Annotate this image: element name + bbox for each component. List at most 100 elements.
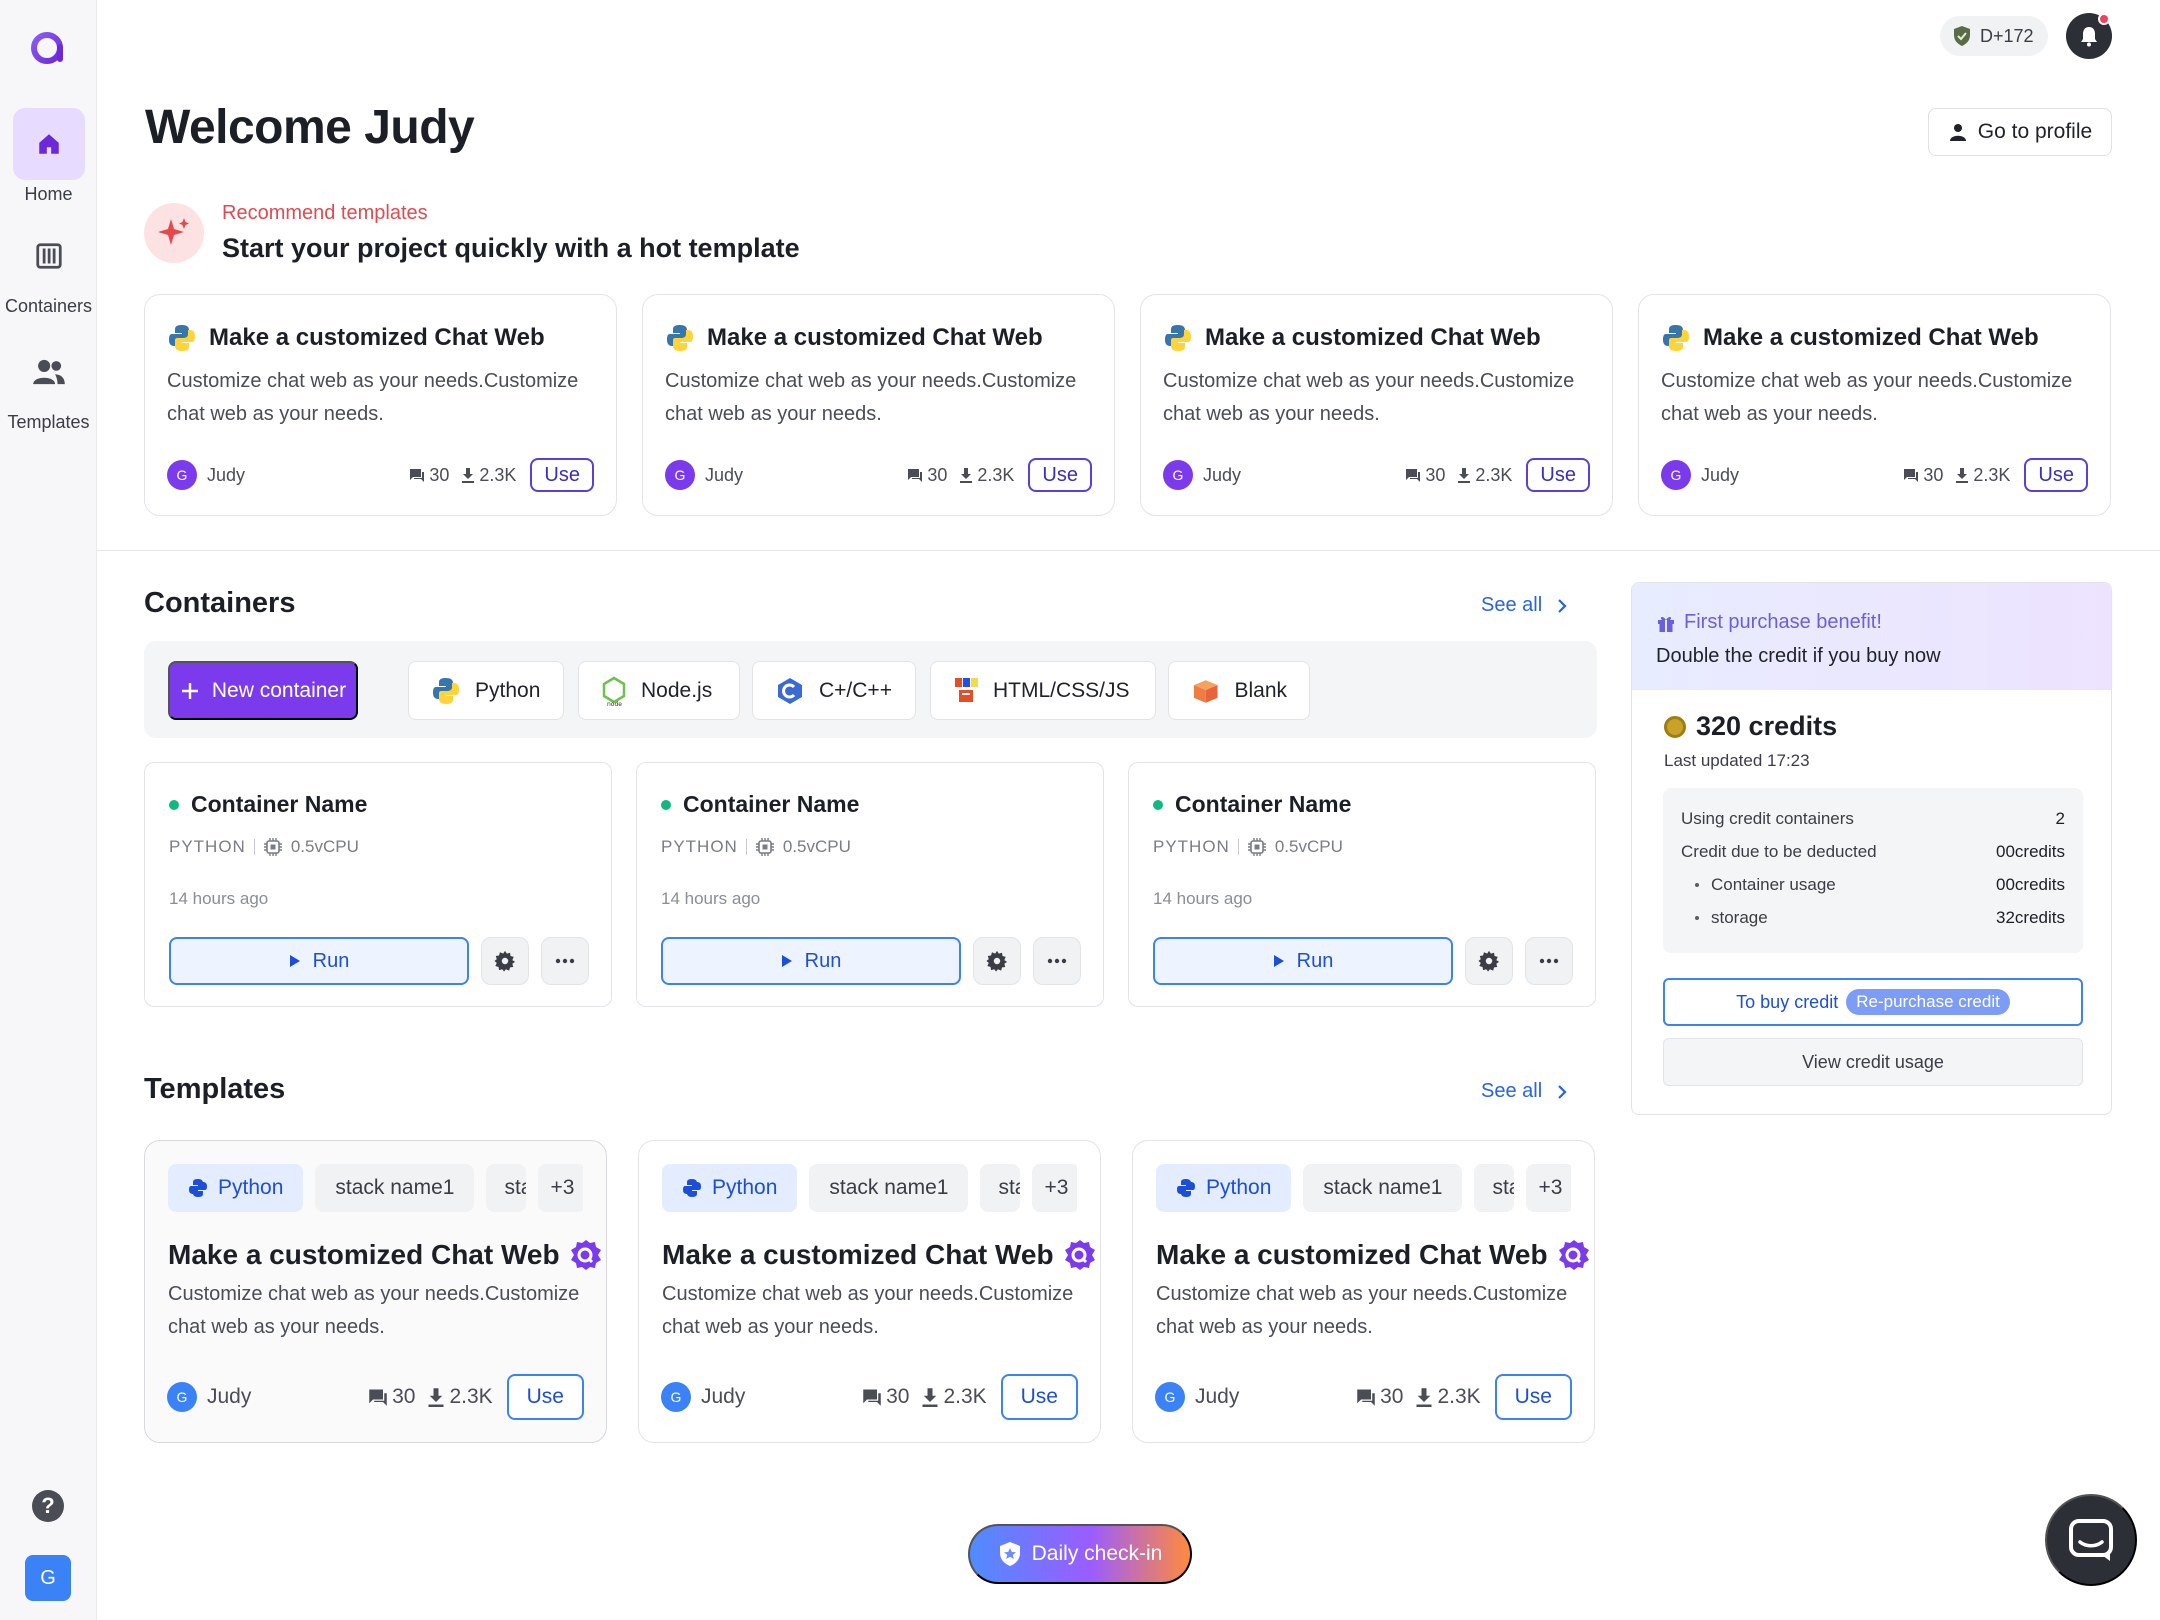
card-title: Make a customized Chat Web (665, 323, 1043, 353)
container-name: Container Name (169, 791, 367, 818)
container-more-button[interactable] (1033, 937, 1081, 985)
run-label: Run (312, 949, 350, 972)
use-button[interactable]: Use (2024, 458, 2088, 492)
card-title-text: Make a customized Chat Web (209, 324, 545, 351)
template-title: Make a customized Chat Web (1156, 1239, 1590, 1271)
card-footer: G Judy 30 2.3K Use (167, 1374, 584, 1420)
chat-support-button[interactable] (2045, 1494, 2137, 1586)
container-meta: PYTHON 0.5vCPU (661, 837, 851, 857)
avatar[interactable]: G (25, 1555, 71, 1601)
template-card[interactable]: Python stack name1 stack name2 +3 Make a… (144, 1140, 607, 1443)
card-footer: G Judy 30 2.3K Use (1661, 457, 2088, 493)
credit-row: Container usage 00credits (1681, 868, 2065, 901)
daily-check-in-label: Daily check-in (1031, 1542, 1163, 1565)
tag-python[interactable]: Python (662, 1164, 798, 1212)
use-button[interactable]: Use (1494, 1374, 1572, 1420)
run-button[interactable]: Run (169, 937, 469, 985)
container-more-button[interactable] (1525, 937, 1573, 985)
templates-see-all-link[interactable]: See all (1481, 1080, 1568, 1103)
card-title-text: Make a customized Chat Web (707, 324, 1043, 351)
comment-icon (908, 469, 923, 482)
recommend-card[interactable]: Make a customized Chat Web Customize cha… (1140, 294, 1613, 516)
card-description: Customize chat web as your needs.Customi… (167, 370, 579, 425)
card-title: Make a customized Chat Web (1163, 323, 1541, 353)
comment-count: 30 (907, 465, 947, 486)
use-button[interactable]: Use (530, 458, 594, 492)
container-settings-button[interactable] (481, 937, 529, 985)
tag-more-count[interactable]: +3 (1526, 1164, 1571, 1212)
container-card[interactable]: Container Name PYTHON 0.5vCPU 14 hours a… (636, 762, 1104, 1007)
template-card[interactable]: Python stack name1 stack name2 +3 Make a… (1132, 1140, 1595, 1443)
card-footer: G Judy 30 2.3K Use (167, 457, 594, 493)
container-settings-button[interactable] (973, 937, 1021, 985)
python-icon (433, 677, 459, 704)
users-icon (13, 336, 85, 408)
tag-stack[interactable]: stack name1 (809, 1164, 969, 1212)
download-icon (428, 1388, 444, 1407)
filter-blank[interactable]: Blank (1168, 661, 1310, 720)
container-more-button[interactable] (541, 937, 589, 985)
use-button[interactable]: Use (1028, 458, 1092, 492)
download-count: 2.3K (461, 465, 516, 486)
tag-python[interactable]: Python (168, 1164, 304, 1212)
use-button[interactable]: Use (1000, 1374, 1078, 1420)
daily-check-in-button[interactable]: Daily check-in (968, 1524, 1192, 1584)
section-divider (97, 550, 2160, 551)
new-container-button[interactable]: New container (168, 661, 358, 720)
cpu-icon (755, 838, 774, 856)
recommend-card[interactable]: Make a customized Chat Web Customize cha… (144, 294, 617, 516)
author-name: Judy (701, 1385, 746, 1408)
recommend-card[interactable]: Make a customized Chat Web Customize cha… (642, 294, 1115, 516)
use-button[interactable]: Use (1526, 458, 1590, 492)
download-count: 2.3K (959, 465, 1014, 486)
filter-cpp[interactable]: C+/C++ (752, 661, 916, 720)
first-purchase-banner[interactable]: First purchase benefit! Double the credi… (1632, 583, 2111, 690)
container-meta: PYTHON 0.5vCPU (169, 837, 359, 857)
author-avatar: G (167, 1382, 197, 1412)
tag-stack-truncated[interactable]: stack name2 (980, 1164, 1021, 1212)
help-icon[interactable]: ? (32, 1490, 64, 1522)
container-meta: PYTHON 0.5vCPU (1153, 837, 1343, 857)
notifications-button[interactable] (2066, 13, 2112, 59)
sidebar-item-containers[interactable]: Containers (0, 220, 97, 317)
view-credit-usage-button[interactable]: View credit usage (1663, 1038, 2083, 1086)
container-card[interactable]: Container Name PYTHON 0.5vCPU 14 hours a… (1128, 762, 1596, 1007)
template-description: Customize chat web as your needs.Customi… (662, 1283, 1074, 1338)
box-icon (1193, 679, 1218, 703)
app-logo-icon[interactable] (30, 30, 66, 66)
bell-icon (2081, 27, 2097, 47)
buy-credit-button[interactable]: To buy credit Re-purchase credit (1663, 978, 2083, 1026)
container-settings-button[interactable] (1465, 937, 1513, 985)
filter-label: C+/C++ (819, 678, 892, 702)
verified-badge-icon (570, 1240, 601, 1270)
run-button[interactable]: Run (661, 937, 961, 985)
tag-stack-truncated[interactable]: stack name2 (1474, 1164, 1515, 1212)
python-icon (1177, 1179, 1195, 1197)
streak-badge[interactable]: D+172 (1940, 16, 2048, 56)
comment-count: 30 (368, 1385, 415, 1409)
tag-stack[interactable]: stack name1 (315, 1164, 475, 1212)
template-card[interactable]: Python stack name1 stack name2 +3 Make a… (638, 1140, 1101, 1443)
container-card[interactable]: Container Name PYTHON 0.5vCPU 14 hours a… (144, 762, 612, 1007)
tag-stack[interactable]: stack name1 (1303, 1164, 1463, 1212)
tag-stack-truncated[interactable]: stack name2 (486, 1164, 527, 1212)
tag-more-count[interactable]: +3 (1032, 1164, 1077, 1212)
recommend-card[interactable]: Make a customized Chat Web Customize cha… (1638, 294, 2111, 516)
go-to-profile-button[interactable]: Go to profile (1928, 108, 2112, 156)
filter-label: Python (475, 678, 541, 702)
templates-title: Templates (144, 1073, 286, 1105)
container-language: PYTHON (661, 837, 738, 856)
filter-nodejs[interactable]: node Node.js (578, 661, 740, 720)
tag-python[interactable]: Python (1156, 1164, 1292, 1212)
filter-html-css-js[interactable]: HTML/CSS/JS (930, 661, 1156, 720)
containers-see-all-link[interactable]: See all (1481, 594, 1568, 617)
use-button[interactable]: Use (506, 1374, 584, 1420)
container-name: Container Name (1153, 791, 1351, 818)
sidebar-item-home[interactable]: Home (0, 108, 97, 205)
sidebar-item-templates[interactable]: Templates (0, 336, 97, 433)
tag-more-count[interactable]: +3 (538, 1164, 583, 1212)
run-button[interactable]: Run (1153, 937, 1453, 985)
card-title: Make a customized Chat Web (1661, 323, 2039, 353)
filter-python[interactable]: Python (408, 661, 564, 720)
benefit-subtitle: Double the credit if you buy now (1656, 645, 1941, 667)
